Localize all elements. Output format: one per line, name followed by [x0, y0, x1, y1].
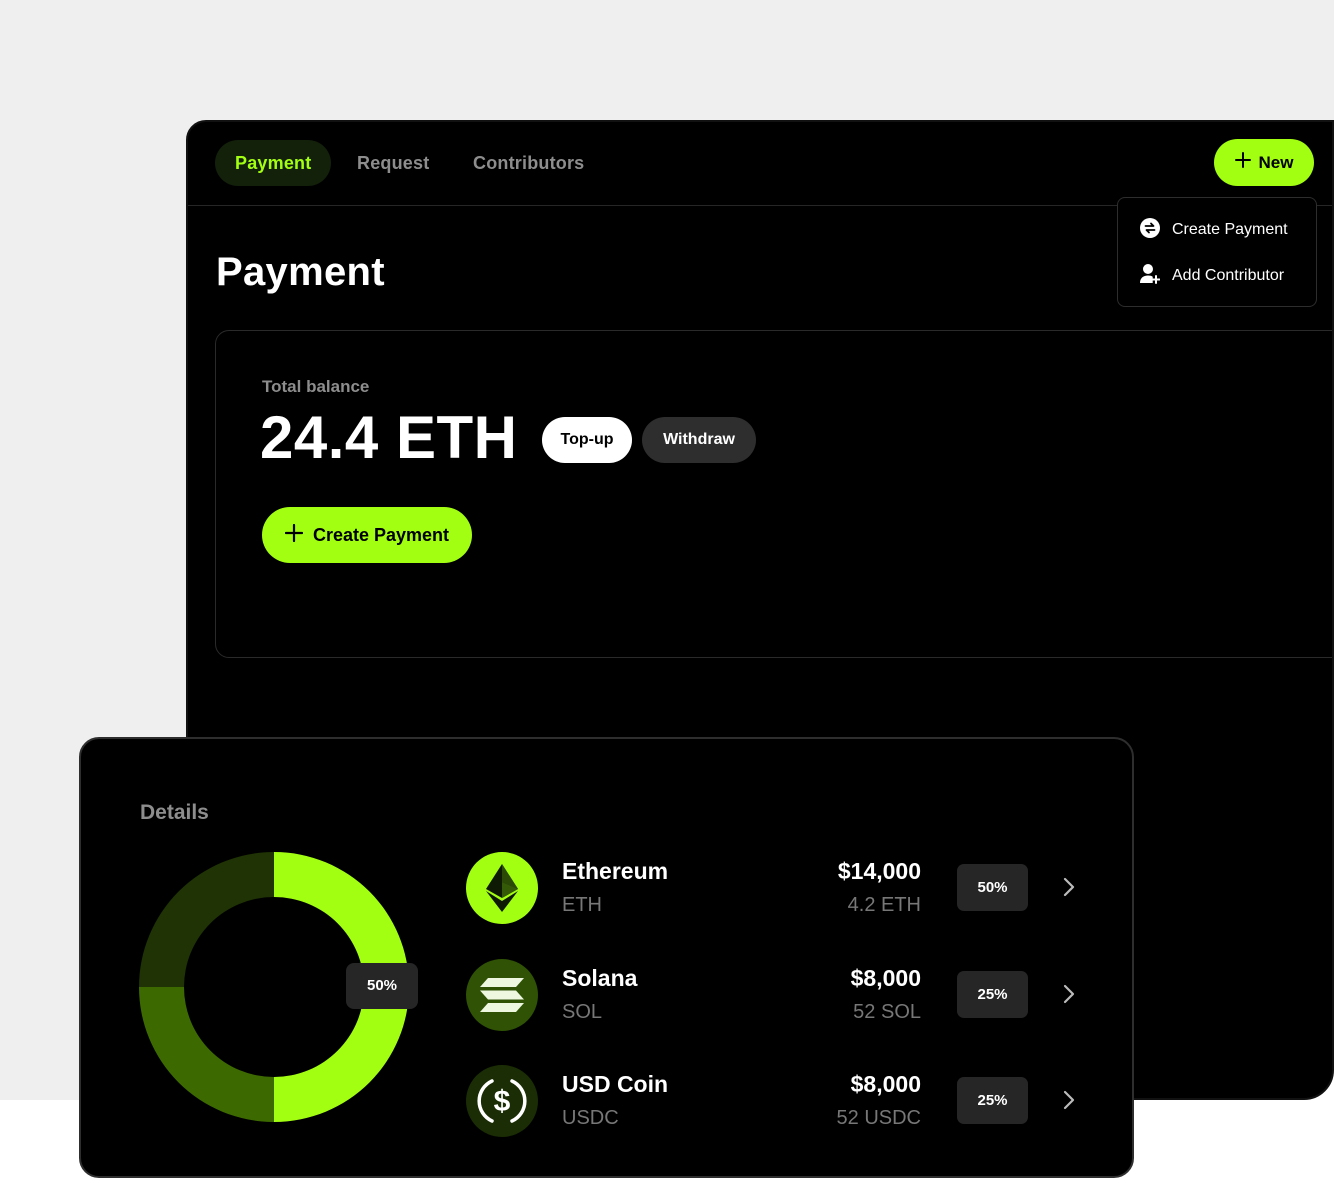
asset-symbol: ETH: [562, 894, 602, 916]
usdc-icon: $: [466, 1065, 538, 1137]
asset-name: Ethereum: [562, 858, 669, 884]
menu-item-add-contributor[interactable]: Add Contributor: [1140, 262, 1284, 290]
plus-icon: [1234, 152, 1251, 173]
asset-name: Solana: [562, 965, 638, 991]
top-up-button[interactable]: Top-up: [542, 417, 632, 463]
create-payment-label: Create Payment: [312, 524, 450, 545]
menu-item-label: Create Payment: [1172, 221, 1288, 238]
new-button[interactable]: New: [1214, 139, 1314, 186]
asset-row-ethereum[interactable]: Ethereum ETH $14,000 4.2 ETH 50%: [466, 852, 1086, 928]
asset-amount: 52 SOL: [853, 1001, 921, 1023]
asset-usd-value: $14,000: [837, 858, 921, 884]
balance-card: Total balance 24.4 ETH Top-up Withdraw C…: [215, 330, 1332, 658]
withdraw-button[interactable]: Withdraw: [642, 417, 756, 463]
solana-icon: [466, 959, 538, 1031]
tab-request[interactable]: Request: [337, 140, 449, 186]
donut-segment-usdc: [139, 852, 274, 987]
asset-row-solana[interactable]: Solana SOL $8,000 52 SOL 25%: [466, 959, 1086, 1035]
chevron-right-icon[interactable]: [1062, 983, 1076, 1010]
balance-value: 24.4 ETH: [260, 404, 518, 471]
asset-amount: 52 USDC: [836, 1107, 921, 1129]
new-button-label: New: [1258, 152, 1294, 172]
user-plus-icon: [1140, 263, 1161, 290]
chevron-right-icon[interactable]: [1062, 1089, 1076, 1116]
svg-text:$: $: [494, 1085, 511, 1118]
page-title: Payment: [216, 250, 385, 294]
menu-item-label: Add Contributor: [1172, 267, 1285, 284]
asset-name: USD Coin: [562, 1071, 669, 1097]
swap-circle-icon: [1140, 217, 1160, 243]
ethereum-icon: [466, 852, 538, 924]
details-card: Details 50% Ethereum ETH $14,000 4.2 ETH…: [79, 737, 1134, 1178]
plus-icon: [284, 523, 304, 547]
new-dropdown-menu: Create Payment Add Contributor: [1117, 197, 1317, 307]
asset-amount: 4.2 ETH: [847, 894, 921, 916]
donut-percentage-badge: 50%: [346, 963, 418, 1009]
asset-percentage: 25%: [957, 1077, 1028, 1124]
asset-percentage: 50%: [957, 864, 1028, 911]
chevron-right-icon[interactable]: [1062, 876, 1076, 903]
asset-row-usd-coin[interactable]: $ USD Coin USDC $8,000 52 USDC 25%: [466, 1065, 1086, 1141]
balance-label: Total balance: [262, 377, 370, 396]
asset-usd-value: $8,000: [850, 1071, 921, 1097]
menu-item-create-payment[interactable]: Create Payment: [1140, 216, 1288, 244]
tab-payment[interactable]: Payment: [215, 140, 332, 186]
donut-segment-solana: [139, 987, 274, 1122]
tab-contributors[interactable]: Contributors: [453, 140, 604, 186]
asset-symbol: SOL: [562, 1001, 603, 1023]
top-navigation: Payment Request Contributors New: [188, 122, 1332, 206]
details-title: Details: [140, 801, 209, 824]
create-payment-button[interactable]: Create Payment: [262, 507, 472, 563]
asset-usd-value: $8,000: [850, 965, 921, 991]
asset-percentage: 25%: [957, 971, 1028, 1018]
asset-symbol: USDC: [562, 1107, 619, 1129]
